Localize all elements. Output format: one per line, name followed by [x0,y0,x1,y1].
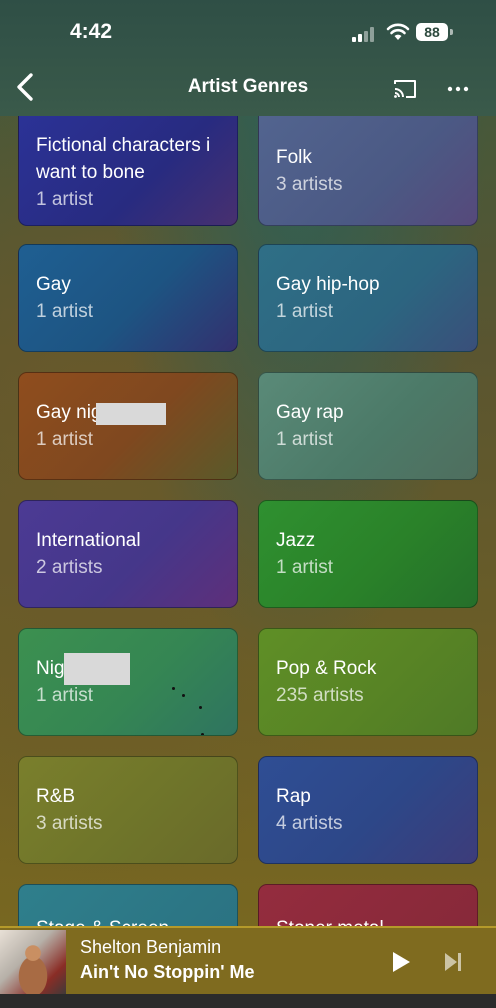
genre-card[interactable]: Jazz 1 artist [258,500,478,608]
genre-name: Folk [276,146,312,168]
nav-bar: Artist Genres [0,62,496,114]
genre-count: 2 artists [36,557,103,578]
cellular-signal-icon [352,26,376,42]
battery-tip [450,29,453,35]
status-bar: 4:42 88 [0,0,496,62]
status-time: 4:42 [70,20,113,43]
genre-count: 4 artists [276,813,343,834]
genre-count: 1 artist [36,429,94,450]
cast-icon[interactable] [392,78,418,100]
genre-name: Pop & Rock [276,658,377,679]
album-art [0,930,66,996]
genre-count: 1 artist [276,301,334,322]
page-title: Artist Genres [187,76,309,97]
skip-next-icon[interactable] [442,950,464,974]
genre-card[interactable]: Nig 1 artist [18,628,238,736]
genre-card[interactable]: Folk 3 artists [258,116,478,226]
genre-count: 1 artist [276,557,334,578]
genre-count: 1 artist [36,189,94,210]
genre-name: Stage & Screen [36,915,221,926]
genre-card[interactable]: Gay nig 1 artist [18,372,238,480]
genre-name: Gay rap [276,402,344,423]
genre-count: 1 artist [36,301,94,322]
genre-card[interactable]: Gay 1 artist [18,244,238,352]
genre-card[interactable]: Pop & Rock 235 artists [258,628,478,736]
genre-name: Stoner metal [276,915,461,926]
speck [182,694,185,697]
genre-count: 3 artists [36,813,103,834]
genre-name: International [36,530,141,551]
speck [201,733,204,735]
genre-name: Gay [36,274,71,295]
genre-card[interactable]: Gay hip-hop 1 artist [258,244,478,352]
genre-card[interactable]: International 2 artists [18,500,238,608]
play-icon[interactable] [390,950,412,974]
genre-name: Fictional characters i want to bone [36,135,211,183]
genre-count: 1 artist [276,429,334,450]
genre-name: R&B [36,786,76,807]
speck [172,687,175,690]
bottom-bar [0,994,496,1008]
now-playing-artist: Shelton Benjamin [80,937,222,957]
now-playing-track: Ain't No Stoppin' Me [80,962,255,982]
genre-card[interactable]: Gay rap 1 artist [258,372,478,480]
more-options-icon[interactable] [446,78,470,100]
redaction-box [64,653,130,685]
genre-count: 1 artist [36,685,94,706]
speck [199,706,202,709]
genre-count: 235 artists [276,685,364,706]
redaction-box [96,403,166,425]
genre-card[interactable]: R&B 3 artists [18,756,238,864]
genre-card[interactable]: Rap 4 artists [258,756,478,864]
genre-card[interactable]: Fictional characters i want to bone 1 ar… [18,116,238,226]
genre-name: Rap [276,786,311,807]
genre-card[interactable]: Stage & Screen [18,884,238,926]
genre-name: Gay hip-hop [276,274,380,295]
wifi-icon [386,23,410,40]
genre-name: Jazz [276,530,316,551]
mini-player[interactable]: Shelton Benjamin Ain't No Stoppin' Me [0,926,496,996]
genre-count: 3 artists [276,173,343,195]
genre-card[interactable]: Stoner metal [258,884,478,926]
battery-indicator: 88 [416,23,448,41]
